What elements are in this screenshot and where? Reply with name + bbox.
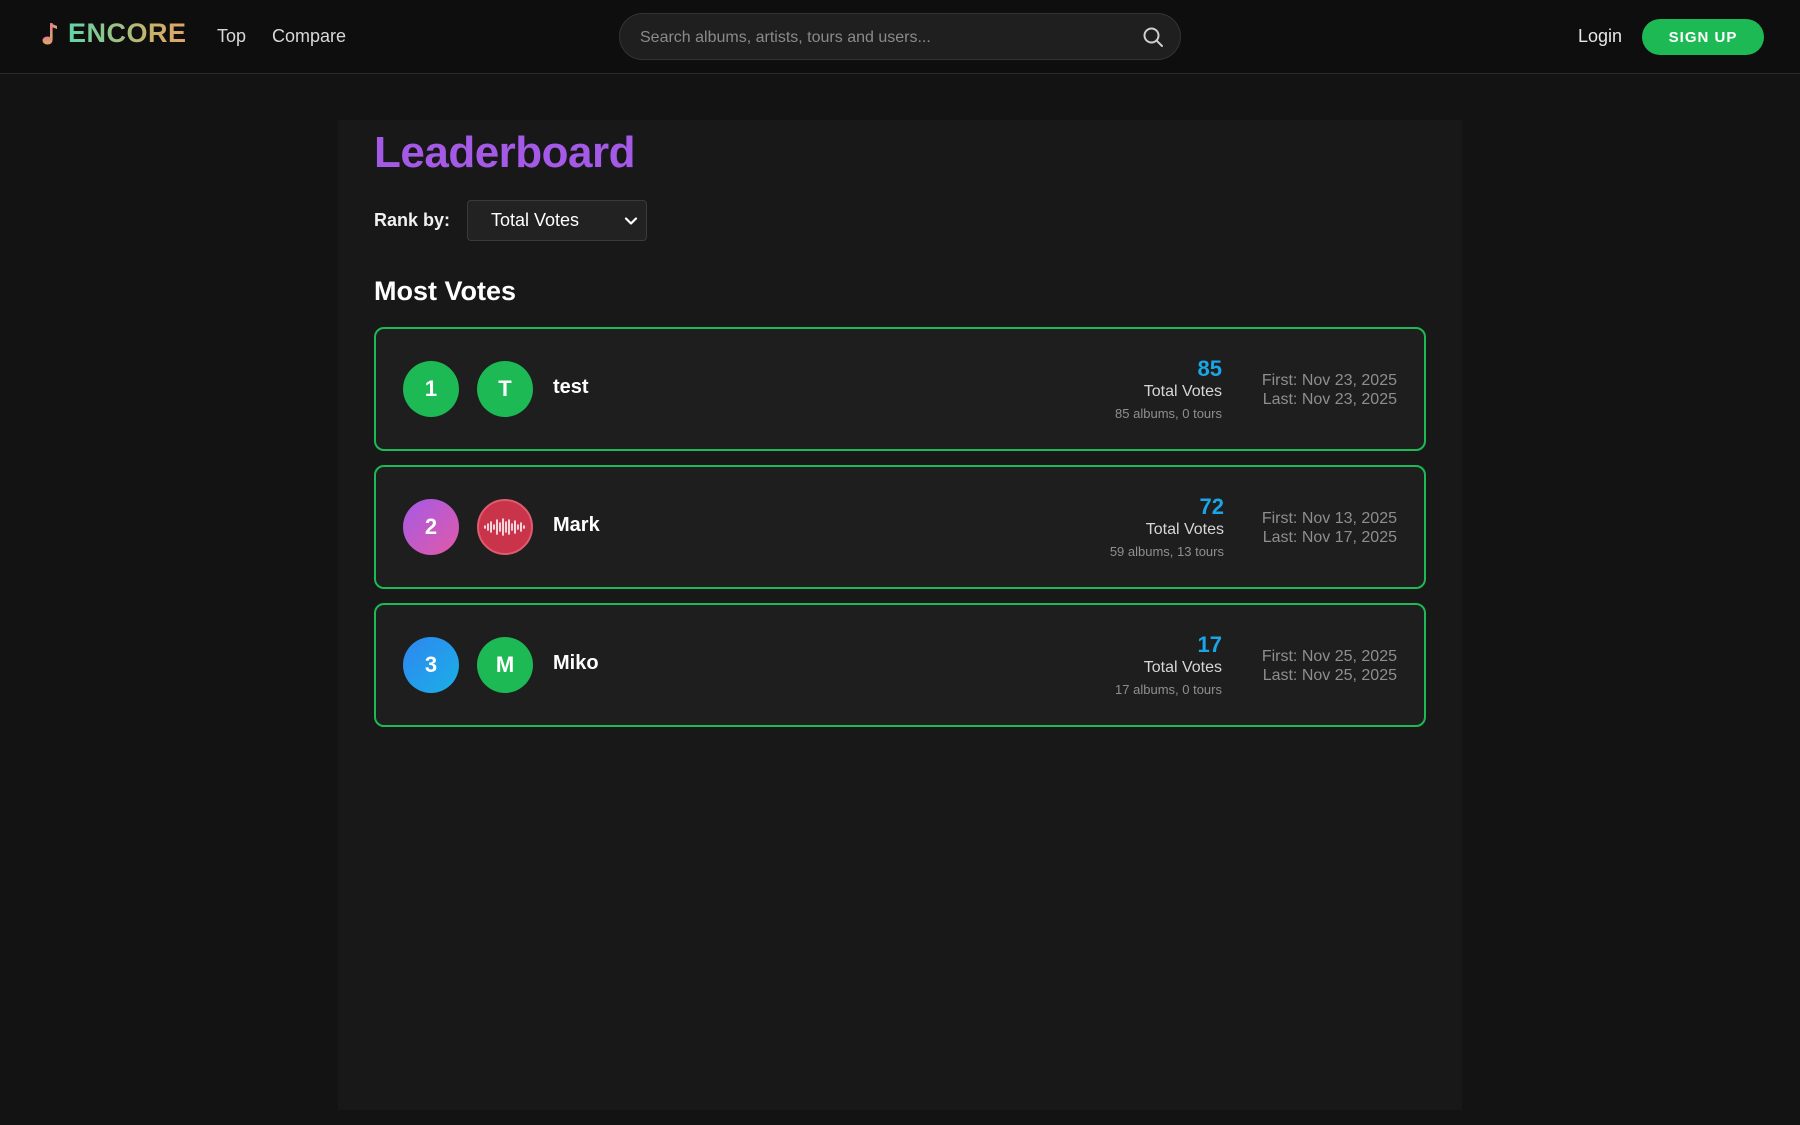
brand-logo[interactable]: ENCORE xyxy=(40,18,187,49)
votes-summary: 85 Total Votes 85 albums, 0 tours xyxy=(1115,357,1222,423)
chevron-down-icon xyxy=(624,217,638,225)
rank-by-select[interactable]: Total Votes xyxy=(467,200,647,241)
username[interactable]: test xyxy=(553,376,589,399)
rank-by-value: Total Votes xyxy=(491,210,580,230)
rank-badge: 2 xyxy=(403,499,459,555)
brand-name[interactable]: ENCORE xyxy=(68,18,187,49)
avatar[interactable]: M xyxy=(477,637,533,693)
soundwave-icon xyxy=(484,518,525,536)
votes-label: Total Votes xyxy=(1143,659,1222,676)
votes-summary: 72 Total Votes 59 albums, 13 tours xyxy=(1110,495,1224,561)
last-vote-date: Last: Nov 25, 2025 xyxy=(1262,667,1397,684)
last-vote-date: Last: Nov 17, 2025 xyxy=(1262,529,1397,546)
music-note-icon xyxy=(42,22,57,44)
votes-count: 85 xyxy=(1197,356,1222,381)
search-icon[interactable] xyxy=(1142,26,1164,48)
leaderboard-entry[interactable]: 3 M Miko 17 Total Votes 17 albums, 0 tou… xyxy=(374,603,1426,727)
vote-dates: First: Nov 25, 2025 Last: Nov 25, 2025 xyxy=(1262,647,1397,685)
nav-compare[interactable]: Compare xyxy=(272,26,346,47)
votes-breakdown: 17 albums, 0 tours xyxy=(1115,682,1222,697)
signup-button[interactable]: SIGN UP xyxy=(1642,19,1764,55)
search-input[interactable] xyxy=(638,14,1122,61)
last-vote-date: Last: Nov 23, 2025 xyxy=(1262,391,1397,408)
first-vote-date: First: Nov 23, 2025 xyxy=(1261,372,1397,389)
top-nav-bar: ENCORE Top Compare Login SIGN UP xyxy=(0,0,1800,74)
votes-label: Total Votes xyxy=(1143,383,1222,400)
leaderboard-entry[interactable]: 2 Mark 72 Total Votes 59 albums, 13 tour… xyxy=(374,465,1426,589)
votes-breakdown: 59 albums, 13 tours xyxy=(1109,544,1224,559)
search-bar[interactable] xyxy=(619,13,1181,61)
login-link[interactable]: Login xyxy=(1578,26,1622,47)
rank-badge: 1 xyxy=(403,361,459,417)
username[interactable]: Mark xyxy=(553,514,600,537)
leaderboard-entry[interactable]: 1 T test 85 Total Votes 85 albums, 0 tou… xyxy=(374,327,1426,451)
main-nav: Top Compare xyxy=(217,26,346,47)
votes-summary: 17 Total Votes 17 albums, 0 tours xyxy=(1115,633,1222,699)
votes-breakdown: 85 albums, 0 tours xyxy=(1115,406,1222,421)
page-title: Leaderboard xyxy=(374,128,636,177)
votes-count: 17 xyxy=(1197,632,1222,657)
vote-dates: First: Nov 23, 2025 Last: Nov 23, 2025 xyxy=(1262,371,1397,409)
rank-by-label: Rank by: xyxy=(374,210,451,230)
section-title: Most Votes xyxy=(374,276,517,306)
rank-badge: 3 xyxy=(403,637,459,693)
nav-top[interactable]: Top xyxy=(217,26,246,47)
first-vote-date: First: Nov 25, 2025 xyxy=(1261,648,1397,665)
votes-count: 72 xyxy=(1199,494,1224,519)
avatar[interactable]: T xyxy=(477,361,533,417)
first-vote-date: First: Nov 13, 2025 xyxy=(1261,510,1397,527)
username[interactable]: Miko xyxy=(553,652,599,675)
avatar[interactable] xyxy=(477,499,533,555)
vote-dates: First: Nov 13, 2025 Last: Nov 17, 2025 xyxy=(1262,509,1397,547)
votes-label: Total Votes xyxy=(1145,521,1224,538)
